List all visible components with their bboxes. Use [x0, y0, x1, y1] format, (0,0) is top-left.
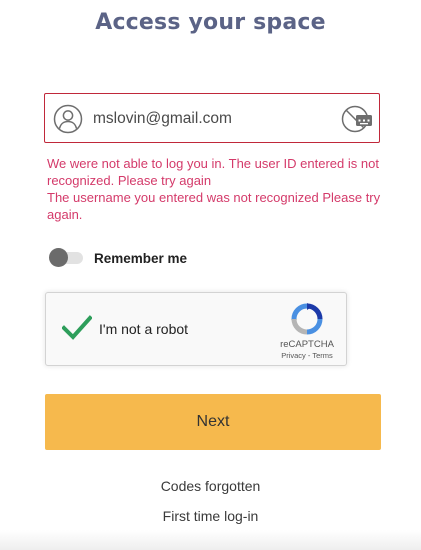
recaptcha-terms-link[interactable]: Terms: [312, 351, 332, 360]
next-button[interactable]: Next: [45, 394, 381, 450]
recaptcha-logo-icon: [291, 303, 323, 335]
checkmark-icon[interactable]: [62, 315, 92, 341]
remember-me-row[interactable]: Remember me: [49, 248, 187, 268]
not-a-robot-label: I'm not a robot: [99, 321, 189, 337]
user-id-field[interactable]: [44, 93, 380, 143]
remember-me-toggle[interactable]: [49, 248, 85, 267]
virtual-keyboard-icon[interactable]: [341, 104, 373, 134]
recaptcha-brand: reCAPTCHA: [280, 339, 334, 350]
toggle-knob: [49, 248, 68, 267]
recaptcha-links: Privacy - Terms: [274, 351, 340, 360]
remember-me-label: Remember me: [94, 250, 188, 266]
recaptcha-privacy-link[interactable]: Privacy: [281, 351, 306, 360]
user-id-input[interactable]: [93, 106, 333, 132]
codes-forgotten-link[interactable]: Codes forgotten: [0, 478, 421, 494]
error-user-id-not-recognized: We were not able to log you in. The user…: [47, 156, 379, 188]
first-time-login-link[interactable]: First time log-in: [0, 508, 421, 524]
page-title: Access your space: [95, 10, 326, 35]
user-icon: [53, 104, 83, 134]
error-username-not-recognized: The username you entered was not recogni…: [47, 190, 381, 222]
login-error-message: We were not able to log you in. The user…: [47, 155, 387, 223]
recaptcha-widget[interactable]: I'm not a robot reCAPTCHA Privacy - Term…: [45, 292, 347, 366]
bottom-fade: [0, 530, 421, 550]
